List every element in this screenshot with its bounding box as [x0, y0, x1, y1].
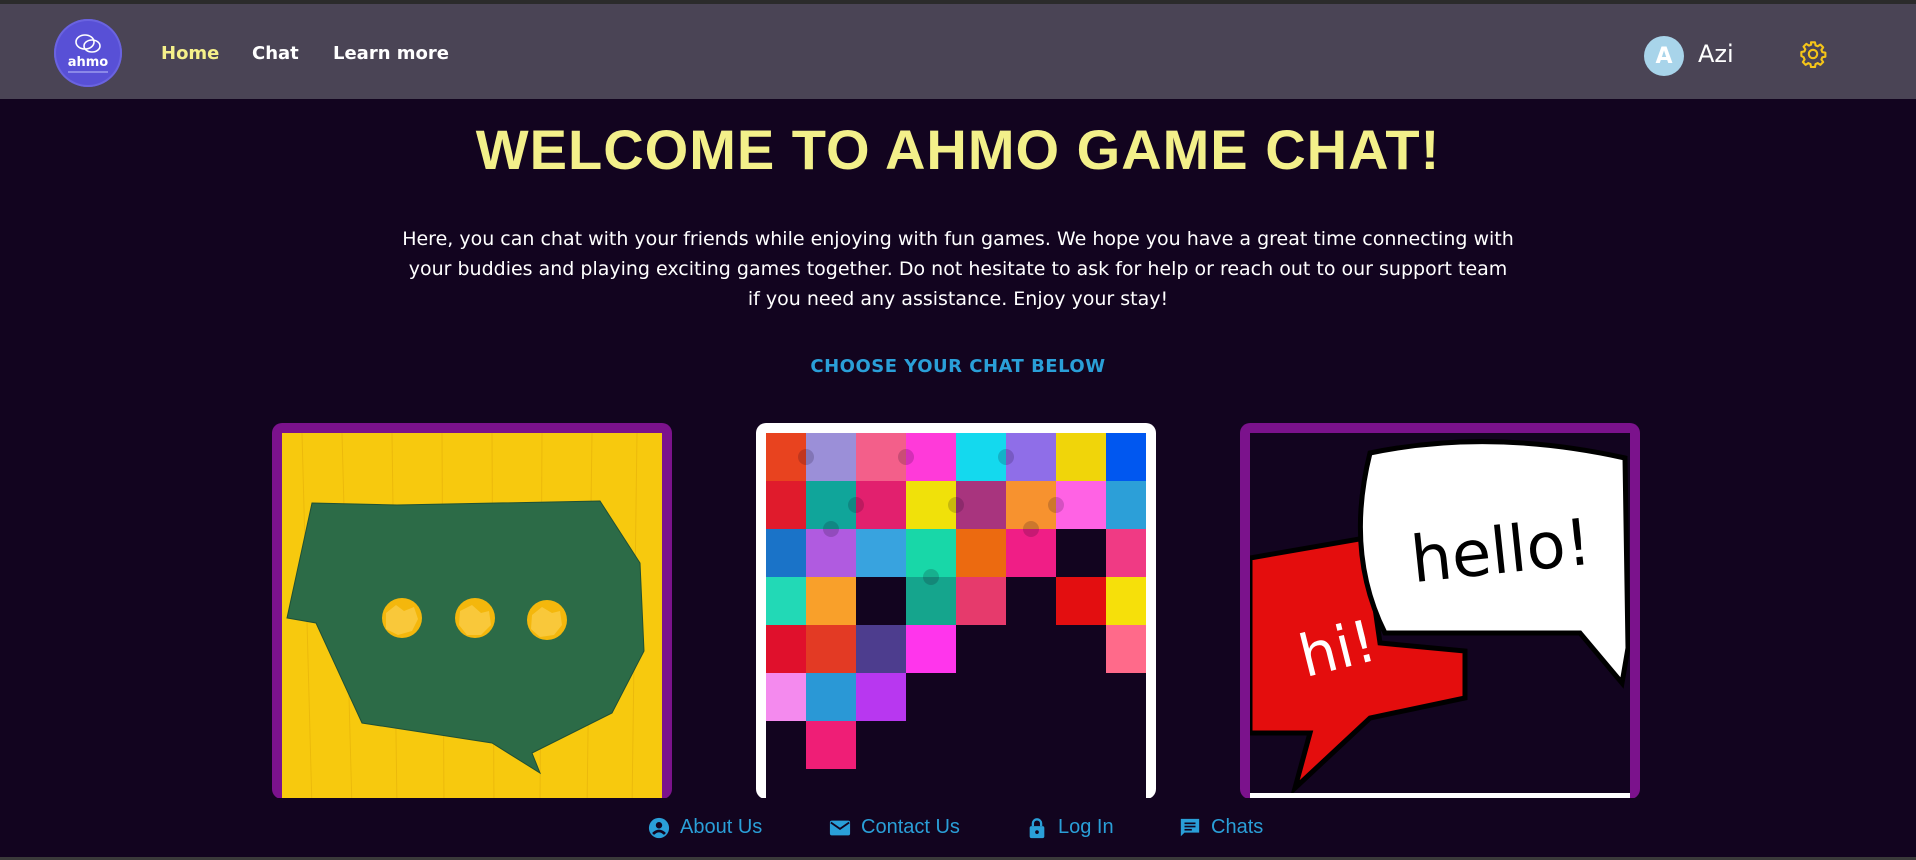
chat-icon — [1180, 818, 1200, 836]
intro-text: Here, you can chat with your friends whi… — [402, 228, 1514, 310]
chat-card-2[interactable] — [756, 423, 1156, 799]
footer: About Us Contact Us Log In Chats — [0, 798, 1916, 858]
footer-chats-link[interactable]: Chats — [1179, 816, 1263, 839]
account-circle-icon — [648, 817, 670, 838]
paper-balls-speech-bubble-image — [282, 433, 662, 799]
footer-log-in-link[interactable]: Log In — [1026, 816, 1114, 839]
footer-about-us-label: About Us — [680, 816, 763, 838]
nav-chat-link[interactable]: Chat — [252, 44, 299, 64]
page-title: WELCOME TO AHMO GAME CHAT! — [475, 118, 1441, 181]
mail-icon — [829, 820, 851, 835]
footer-chats-label: Chats — [1211, 816, 1264, 838]
hi-hello-speech-bubbles-image: hi! hello! — [1250, 433, 1630, 799]
chat-bubble-icon — [75, 34, 101, 53]
gear-icon[interactable] — [1799, 40, 1827, 68]
footer-about-us-link[interactable]: About Us — [648, 816, 762, 839]
nav-learn-more-link[interactable]: Learn more — [333, 44, 449, 64]
chat-card-3[interactable]: hi! hello! — [1240, 423, 1640, 799]
logo-text: ahmo — [67, 55, 109, 70]
nav-home-link[interactable]: Home — [161, 44, 219, 64]
chat-card-1[interactable] — [272, 423, 672, 799]
logo-underline — [68, 71, 108, 73]
footer-log-in-label: Log In — [1058, 816, 1114, 838]
lock-icon — [1029, 817, 1045, 838]
footer-contact-us-label: Contact Us — [861, 816, 960, 838]
choose-chat-heading: CHOOSE YOUR CHAT BELOW — [810, 356, 1106, 377]
ahmo-logo[interactable]: ahmo — [54, 19, 122, 87]
navbar: ahmo Home Chat Learn more A Azi — [0, 4, 1916, 99]
avatar[interactable]: A — [1644, 36, 1684, 76]
colorful-puzzle-pieces-image — [766, 433, 1146, 799]
footer-contact-us-link[interactable]: Contact Us — [829, 816, 960, 839]
username[interactable]: Azi — [1698, 40, 1734, 68]
